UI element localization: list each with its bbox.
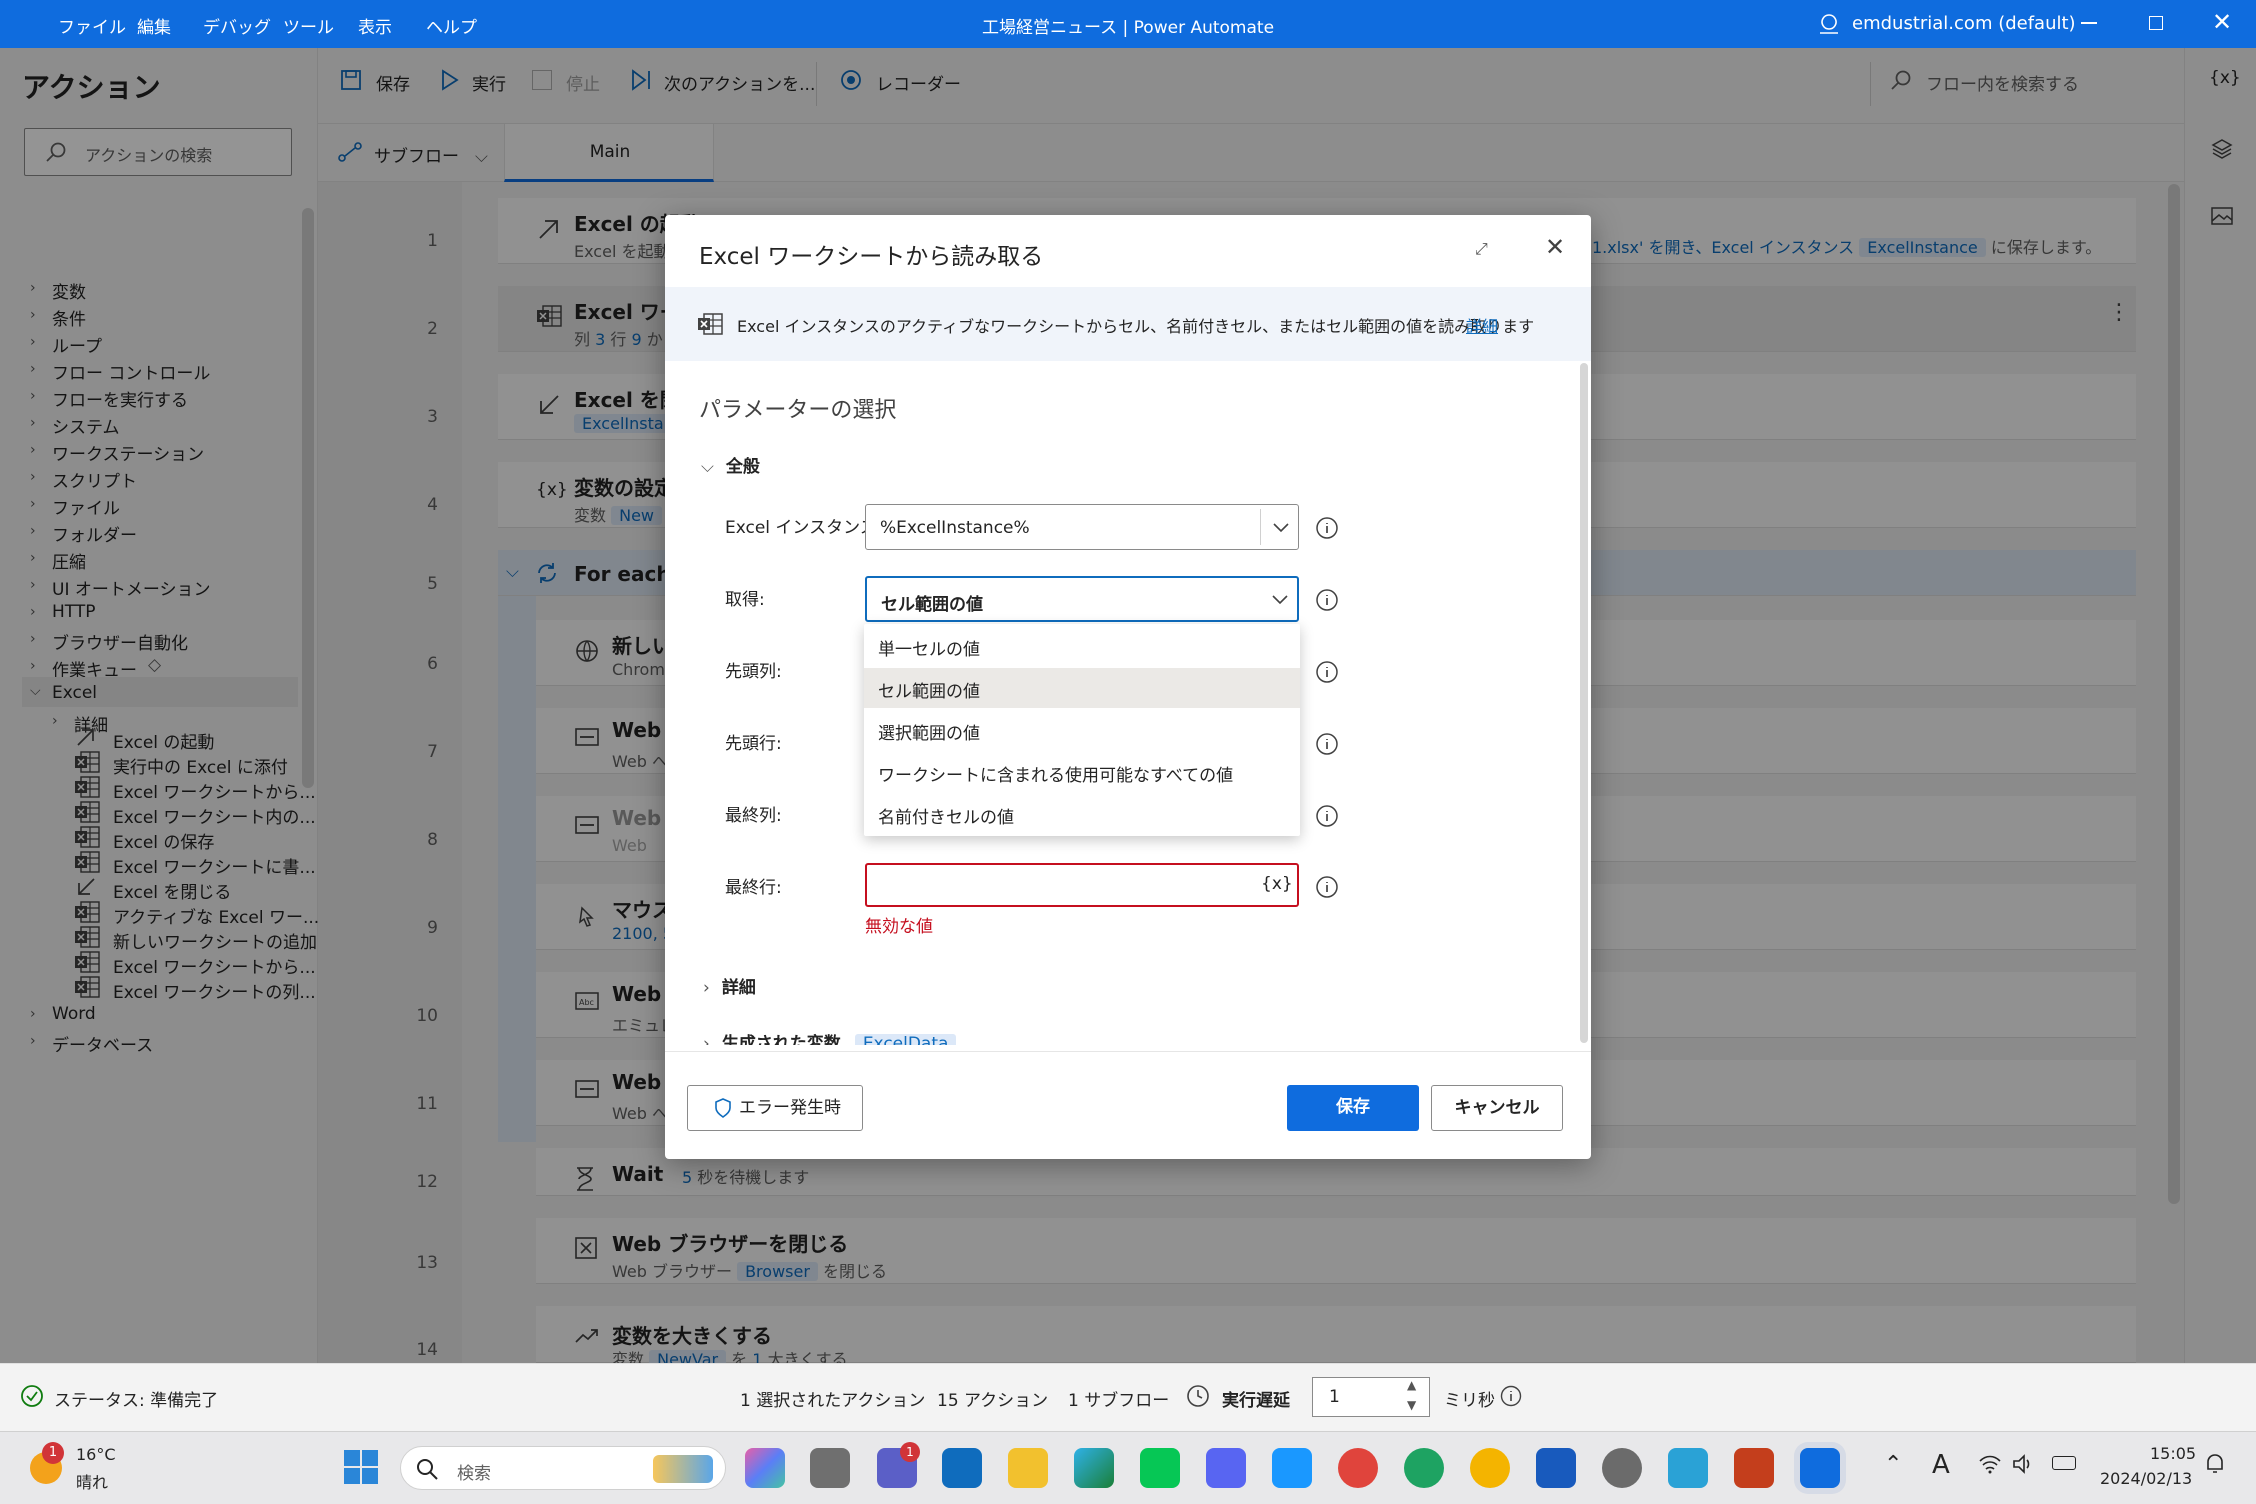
file-explorer-icon[interactable]: [1008, 1448, 1048, 1488]
settings-icon[interactable]: [1602, 1448, 1642, 1488]
delay-unit: ミリ秒: [1444, 1391, 1495, 1411]
first-row-label: 先頭行:: [725, 734, 782, 754]
info-icon[interactable]: [1315, 804, 1339, 828]
taskbar: 1 16°C 晴れ 検索 1 ⌃ A 15:05 2024/02/13: [0, 1431, 2256, 1504]
chevron-right-icon: ›: [703, 1034, 710, 1045]
temperature: 16°C: [76, 1445, 116, 1464]
delay-label: 実行遅延: [1222, 1391, 1290, 1411]
info-icon[interactable]: [1315, 732, 1339, 756]
get-label: 取得:: [725, 590, 765, 610]
edge-icon[interactable]: [1074, 1448, 1114, 1488]
last-row-label: 最終行:: [725, 878, 782, 898]
cancel-button[interactable]: キャンセル: [1431, 1085, 1563, 1131]
chrome-profile2-icon[interactable]: [1470, 1448, 1510, 1488]
generated-vars-toggle[interactable]: › 生成された変数 ExcelData: [703, 1029, 957, 1045]
info-icon[interactable]: [1500, 1385, 1522, 1407]
outlook-icon[interactable]: [942, 1448, 982, 1488]
excel-icon: [697, 312, 723, 336]
option-single-cell[interactable]: 単一セルの値: [864, 624, 1300, 666]
word-icon[interactable]: [1536, 1448, 1576, 1488]
get-dropdown-list: 単一セルの値 セル範囲の値 選択範囲の値 ワークシートに含まれる使用可能なすべて…: [864, 624, 1300, 836]
notepad-icon[interactable]: [1668, 1448, 1708, 1488]
dialog-title: Excel ワークシートから読み取る: [699, 244, 1044, 270]
selected-count: 1 選択されたアクション: [740, 1391, 926, 1411]
close-dialog-icon[interactable]: ✕: [1545, 233, 1565, 261]
actions-count: 15 アクション: [937, 1391, 1049, 1411]
first-col-label: 先頭列:: [725, 662, 782, 682]
dialog-scrollbar[interactable]: [1580, 363, 1588, 1043]
subflow-count: 1 サブフロー: [1068, 1391, 1170, 1411]
status-text: ステータス: 準備完了: [54, 1391, 219, 1411]
info-icon[interactable]: [1315, 875, 1339, 899]
clock-date[interactable]: 2024/02/13: [2100, 1469, 2192, 1488]
shield-icon: [715, 1098, 731, 1118]
chevron-right-icon: ›: [703, 978, 710, 998]
option-cell-range[interactable]: セル範囲の値: [864, 668, 1300, 708]
account-icon: [1817, 12, 1841, 36]
general-section-toggle[interactable]: ⌵ 全般: [701, 452, 760, 477]
generated-var-chip: ExcelData: [854, 1034, 957, 1045]
powerpoint-icon[interactable]: [1734, 1448, 1774, 1488]
expand-icon[interactable]: ⤢: [1475, 239, 1488, 259]
on-error-button[interactable]: エラー発生時: [687, 1085, 863, 1131]
weather-badge: 1: [42, 1442, 64, 1464]
line-icon[interactable]: [1140, 1448, 1180, 1488]
account-name[interactable]: emdustrial.com (default): [1852, 13, 2076, 34]
chevron-down-icon: [1272, 518, 1290, 536]
title-bar: ファイル 編集 デバッグ ツール 表示 ヘルプ 工場経営ニュース | Power…: [0, 0, 2256, 48]
search-icon: [417, 1459, 438, 1480]
ime-icon[interactable]: A: [1932, 1450, 1950, 1480]
details-section-toggle[interactable]: › 詳細: [703, 973, 756, 998]
chevron-down-icon: ⌵: [701, 457, 714, 477]
task-view-icon[interactable]: [810, 1448, 850, 1488]
taskbar-search[interactable]: 検索: [400, 1446, 726, 1490]
notification-bell-icon[interactable]: [2204, 1452, 2226, 1476]
error-message: 無効な値: [865, 917, 933, 937]
chrome-profile-icon[interactable]: [1404, 1448, 1444, 1488]
teams-badge: 1: [900, 1442, 920, 1462]
clock-time[interactable]: 15:05: [2150, 1444, 2196, 1463]
discord-icon[interactable]: [1206, 1448, 1246, 1488]
status-bar: ステータス: 準備完了 1 選択されたアクション 15 アクション 1 サブフロ…: [0, 1363, 2256, 1431]
description-text: Excel インスタンスのアクティブなワークシートからセル、名前付きセル、または…: [737, 317, 1535, 336]
start-icon[interactable]: [343, 1449, 379, 1485]
save-dialog-button[interactable]: 保存: [1287, 1085, 1419, 1131]
details-link[interactable]: 詳細: [1466, 313, 1498, 337]
clock-icon: [1186, 1384, 1210, 1408]
close-window-icon[interactable]: ✕: [2212, 8, 2232, 36]
option-named-cell[interactable]: 名前付きセルの値: [864, 794, 1300, 834]
description-banner: Excel インスタンスのアクティブなワークシートからセル、名前付きセル、または…: [665, 287, 1591, 361]
stepper-up-icon: ▲: [1407, 1378, 1417, 1392]
volume-icon[interactable]: [2012, 1454, 2034, 1474]
status-ok-icon: [20, 1384, 44, 1408]
delay-stepper[interactable]: 1 ▲ ▼: [1312, 1377, 1430, 1417]
params-heading: パラメーターの選択: [699, 398, 897, 423]
copilot-icon[interactable]: [745, 1448, 785, 1488]
last-row-input[interactable]: {x}: [865, 863, 1299, 907]
info-icon[interactable]: [1315, 516, 1339, 540]
instance-label: Excel インスタンス:: [725, 518, 883, 538]
weather-text: 晴れ: [76, 1473, 109, 1492]
battery-icon[interactable]: [2052, 1456, 2076, 1470]
get-select[interactable]: セル範囲の値: [865, 576, 1299, 622]
wifi-icon[interactable]: [1978, 1454, 2002, 1474]
info-icon[interactable]: [1315, 588, 1339, 612]
power-automate-icon[interactable]: [1800, 1448, 1840, 1488]
last-col-label: 最終列:: [725, 806, 782, 826]
minimize-icon[interactable]: [2081, 22, 2097, 24]
variable-picker-button[interactable]: {x}: [1261, 874, 1293, 894]
chevron-down-icon: [1271, 590, 1289, 608]
stepper-down-icon: ▼: [1407, 1398, 1417, 1412]
search-highlight-icon: [653, 1455, 713, 1483]
read-worksheet-dialog: Excel ワークシートから読み取る ⤢ ✕ Excel インスタンスのアクティ…: [665, 215, 1591, 1159]
option-selection[interactable]: 選択範囲の値: [864, 710, 1300, 750]
restore-icon[interactable]: [2149, 16, 2163, 30]
tray-chevron-icon[interactable]: ⌃: [1884, 1452, 1902, 1477]
chrome-icon[interactable]: [1338, 1448, 1378, 1488]
prime-video-icon[interactable]: [1272, 1448, 1312, 1488]
option-all-values[interactable]: ワークシートに含まれる使用可能なすべての値: [864, 752, 1300, 792]
instance-select[interactable]: %ExcelInstance%: [865, 504, 1299, 550]
info-icon[interactable]: [1315, 660, 1339, 684]
